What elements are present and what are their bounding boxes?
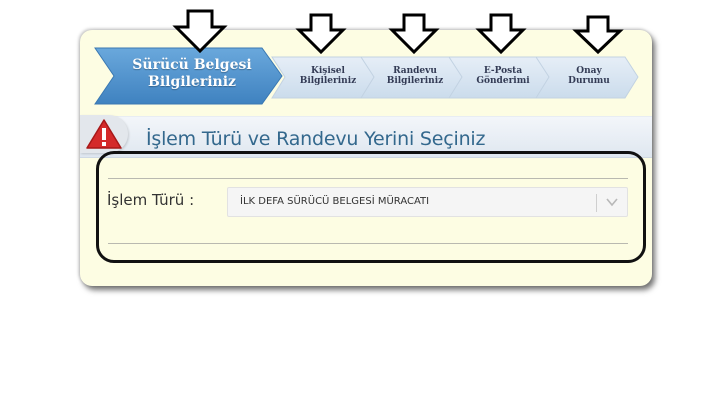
step-kisisel-bilgiler[interactable]: Kişisel Bilgileriniz (287, 66, 369, 86)
warning-badge (80, 115, 128, 153)
step-5-line1: Onay (576, 66, 602, 76)
step-1-line1: Sürücü Belgesi (132, 57, 252, 73)
warning-icon (86, 119, 122, 149)
annotation-arrow-1 (172, 9, 228, 54)
step-3-line2: Bilgileriniz (386, 76, 444, 86)
step-randevu-bilgiler[interactable]: Randevu Bilgileriniz (374, 66, 456, 86)
annotation-arrow-2 (295, 13, 347, 55)
step-sürücü-belgesi[interactable]: Sürücü Belgesi Bilgileriniz (117, 57, 267, 91)
step-5-line2: Durumu (568, 76, 610, 86)
step-4-line2: Gönderimi (476, 76, 530, 86)
annotation-arrow-4 (475, 13, 527, 55)
step-3-line1: Randevu (393, 66, 437, 76)
annotation-arrow-3 (388, 13, 440, 55)
annotation-arrow-5 (572, 15, 624, 55)
section-title: İşlem Türü ve Randevu Yerini Seçiniz (146, 128, 486, 150)
step-2-line2: Bilgileriniz (299, 76, 357, 86)
step-eposta-gonderimi[interactable]: E-Posta Gönderimi (462, 66, 544, 86)
step-4-line1: E-Posta (483, 66, 523, 76)
step-onay-durumu[interactable]: Onay Durumu (548, 66, 630, 86)
step-1-line2: Bilgileriniz (148, 74, 236, 90)
annotation-highlight-box (96, 151, 646, 263)
step-2-line1: Kişisel (311, 66, 345, 76)
